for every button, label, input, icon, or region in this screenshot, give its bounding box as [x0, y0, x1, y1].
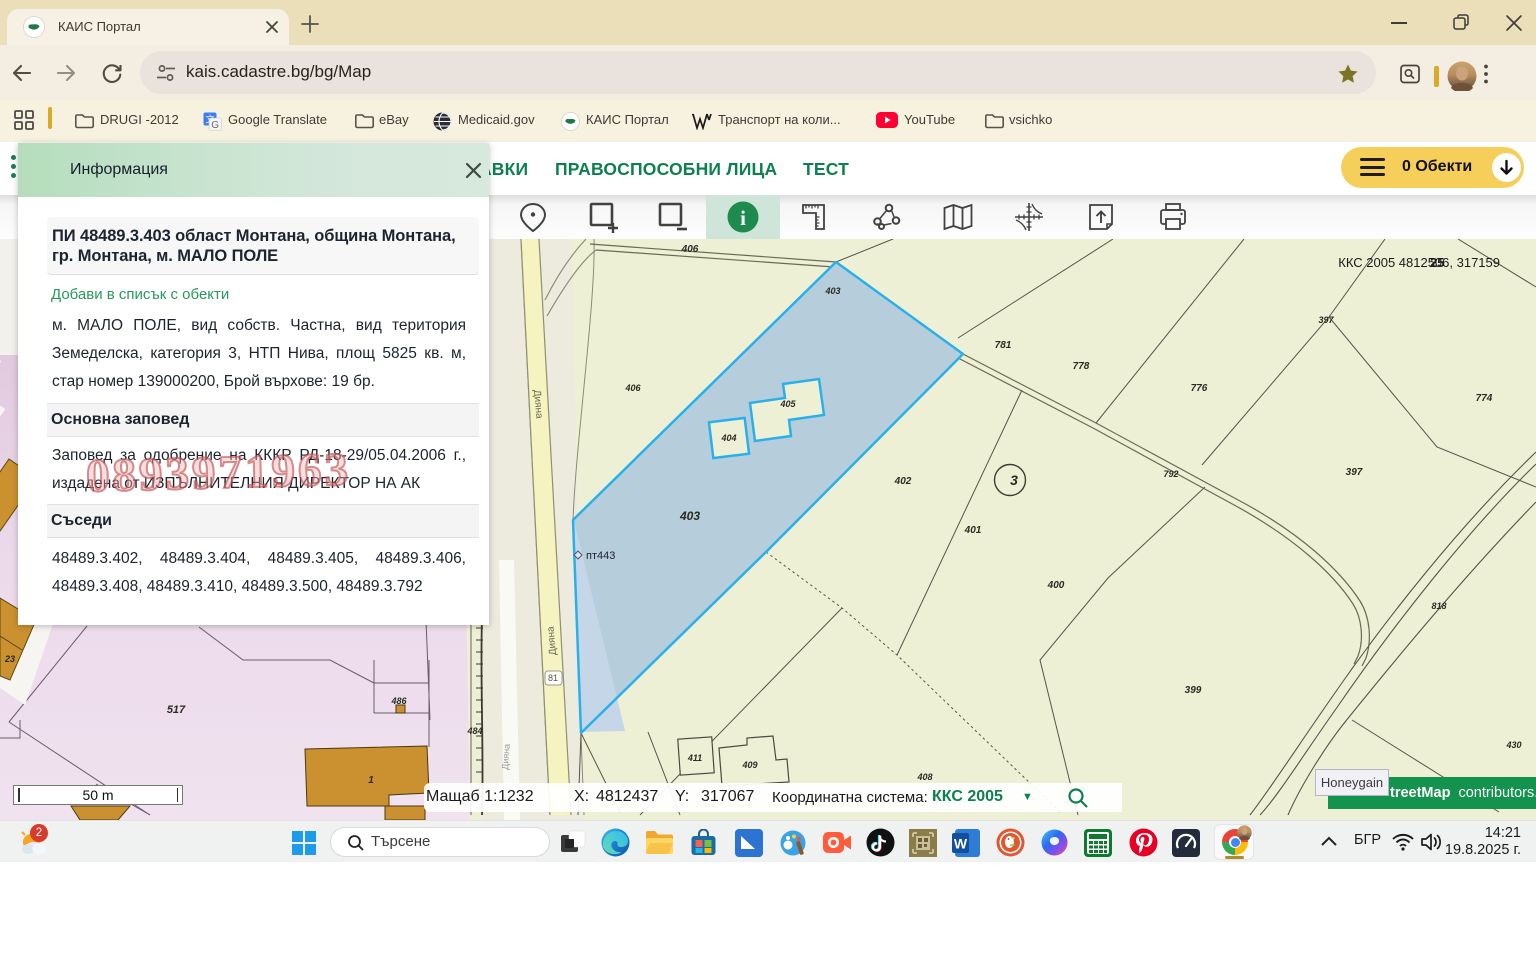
svg-text:404: 404: [720, 433, 736, 443]
svg-text:486: 486: [390, 696, 407, 706]
svg-text:402: 402: [894, 476, 912, 487]
svg-text:Дияна: Дияна: [500, 744, 512, 771]
svg-text:G: G: [211, 120, 219, 131]
svg-text:774: 774: [1476, 393, 1493, 404]
svg-text:405: 405: [779, 399, 796, 409]
svg-text:399: 399: [1185, 685, 1202, 696]
svg-text:409: 409: [741, 760, 757, 770]
svg-text:403: 403: [824, 286, 840, 296]
svg-text:781: 781: [995, 340, 1012, 351]
svg-text:i: i: [740, 206, 746, 230]
svg-text:792: 792: [1163, 469, 1178, 479]
svg-text:776: 776: [1191, 383, 1208, 394]
svg-text:400: 400: [1047, 580, 1065, 591]
svg-text:ККС 2005 4812506, 317159: ККС 2005 4812506, 317159: [1338, 255, 1500, 270]
svg-text:1: 1: [368, 775, 374, 786]
svg-text:3: 3: [1010, 472, 1018, 488]
svg-text:778: 778: [1073, 361, 1090, 372]
svg-text:23: 23: [4, 654, 15, 664]
svg-text:397: 397: [1346, 467, 1363, 478]
svg-text:408: 408: [916, 772, 932, 782]
svg-text:397: 397: [1318, 315, 1334, 325]
svg-text:пт443: пт443: [586, 550, 615, 562]
svg-text:411: 411: [687, 753, 702, 763]
svg-text:401: 401: [964, 525, 982, 536]
svg-text:81: 81: [548, 673, 558, 683]
svg-text:W: W: [954, 836, 968, 852]
svg-text:406: 406: [624, 383, 641, 393]
svg-text:430: 430: [1505, 740, 1521, 750]
svg-text:517: 517: [167, 704, 186, 716]
svg-text:484: 484: [466, 726, 482, 736]
svg-text:25: 25: [1430, 255, 1444, 270]
svg-text:403: 403: [679, 509, 700, 523]
svg-text:818: 818: [1431, 601, 1446, 611]
